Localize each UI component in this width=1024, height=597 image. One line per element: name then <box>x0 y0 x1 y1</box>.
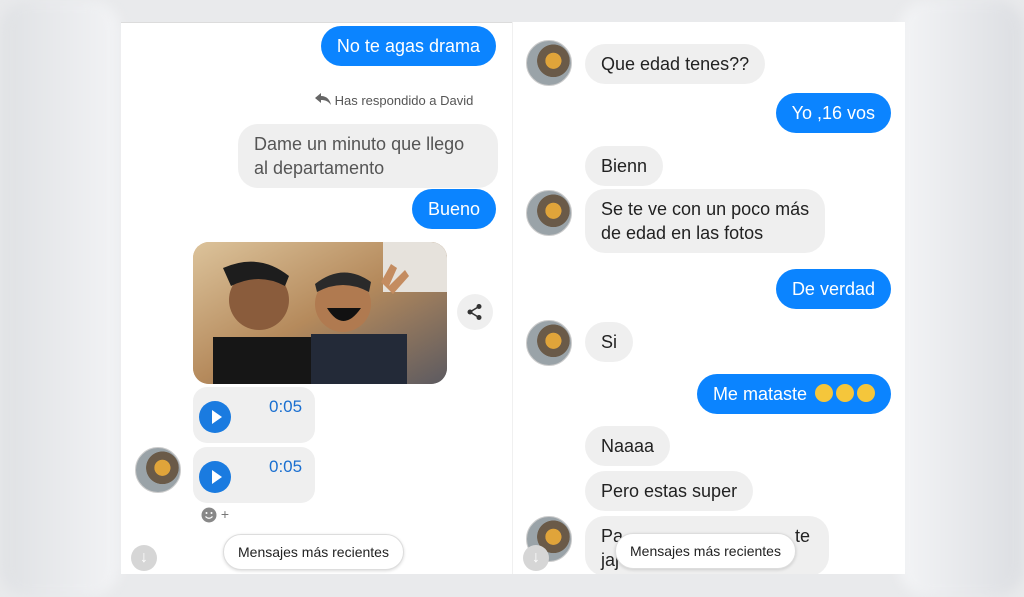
audio-duration: 0:05 <box>269 457 303 476</box>
message-incoming[interactable]: Dame un minuto que llego al departamento <box>238 124 498 188</box>
chat-panel-right: Que edad tenes?? Yo ,16 vos Bienn Se te … <box>512 22 905 574</box>
scroll-down-button[interactable]: ↓ <box>523 545 549 571</box>
arrow-down-icon: ↓ <box>140 549 148 566</box>
reply-arrow-icon <box>315 93 335 108</box>
avatar[interactable] <box>526 190 572 236</box>
scroll-down-button[interactable]: ↓ <box>131 545 157 571</box>
share-icon <box>467 304 482 320</box>
shared-photo[interactable] <box>193 242 447 384</box>
laughing-emoji-icon <box>815 384 833 403</box>
reply-note: Has respondido a David <box>315 93 473 108</box>
message-incoming[interactable]: Si <box>585 322 634 362</box>
message-outgoing[interactable]: Bueno <box>411 189 496 229</box>
message-incoming[interactable]: Que edad tenes?? <box>585 44 766 84</box>
play-icon[interactable] <box>199 401 231 433</box>
message-outgoing[interactable]: De verdad <box>775 269 891 309</box>
play-icon[interactable] <box>199 461 231 493</box>
newer-messages-button[interactable]: Mensajes más recientes <box>615 533 796 569</box>
react-button[interactable]: + <box>201 506 229 523</box>
message-incoming[interactable]: Pero estas super <box>585 471 754 511</box>
avatar[interactable] <box>135 447 181 493</box>
audio-duration: 0:05 <box>269 397 303 416</box>
audio-message[interactable]: 0:05 <box>193 387 315 443</box>
message-incoming[interactable]: Bienn <box>585 146 664 186</box>
message-outgoing[interactable]: No te agas drama <box>320 26 496 66</box>
smiley-add-icon <box>201 507 217 523</box>
divider <box>121 22 512 23</box>
message-outgoing[interactable]: Me mataste <box>696 374 891 414</box>
blurred-backdrop-left <box>0 0 120 597</box>
message-outgoing[interactable]: Yo ,16 vos <box>775 93 891 133</box>
laughing-emoji-icon <box>836 384 854 403</box>
avatar[interactable] <box>526 320 572 366</box>
blurred-backdrop-right <box>899 0 1024 597</box>
photo-content-icon <box>193 242 447 384</box>
laughing-emoji-icon <box>857 384 875 403</box>
newer-messages-button[interactable]: Mensajes más recientes <box>223 534 404 570</box>
arrow-down-icon: ↓ <box>532 549 540 566</box>
share-button[interactable] <box>457 294 493 330</box>
avatar[interactable] <box>526 40 572 86</box>
chat-panel-left: No te agas drama Has respondido a David … <box>121 22 512 574</box>
audio-message[interactable]: 0:05 <box>193 447 315 503</box>
message-incoming[interactable]: Se te ve con un poco más de edad en las … <box>585 189 826 253</box>
message-incoming[interactable]: Naaaa <box>585 426 671 466</box>
